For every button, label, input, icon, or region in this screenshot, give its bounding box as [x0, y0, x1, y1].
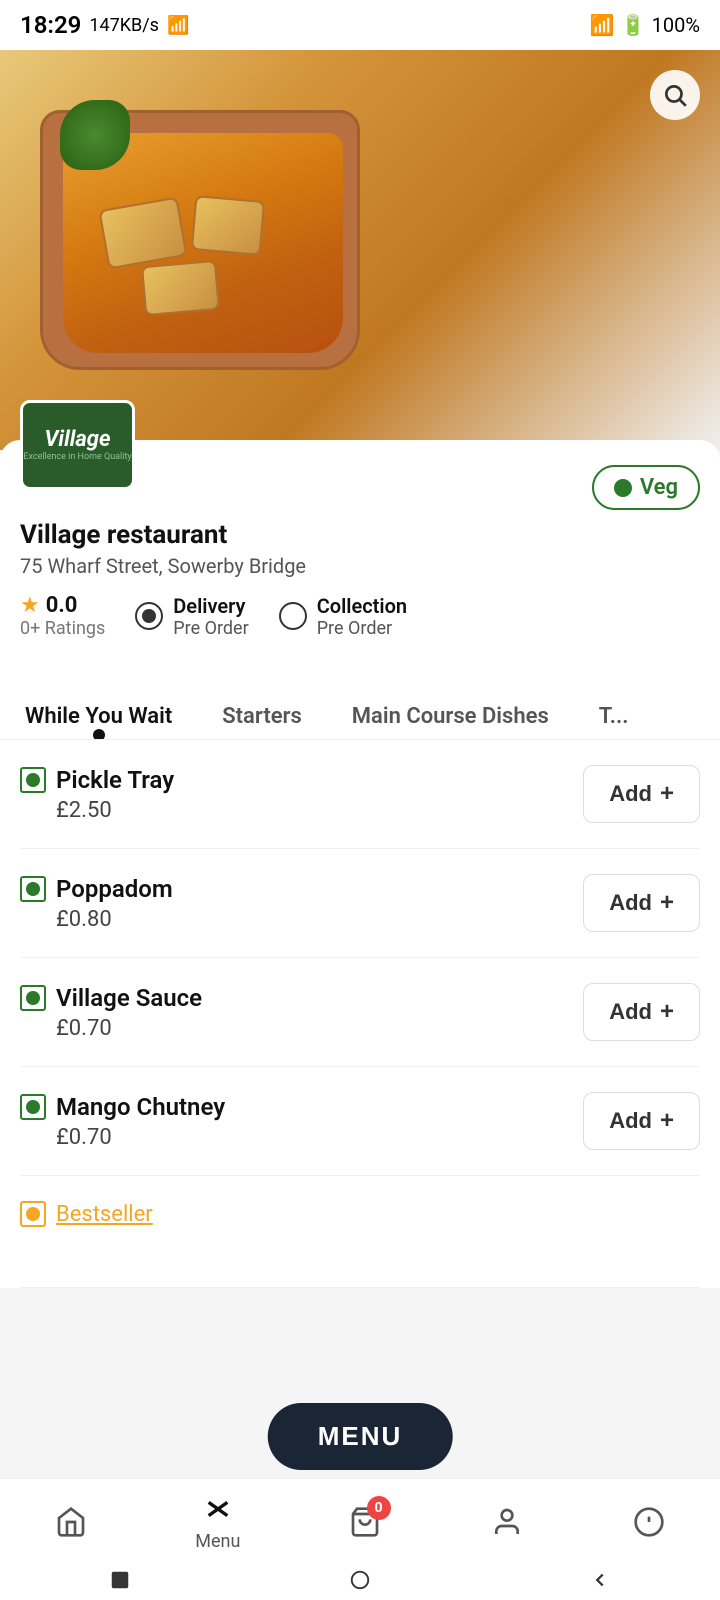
- nav-bag[interactable]: 0: [347, 1504, 383, 1540]
- item-price: £0.70: [56, 1125, 225, 1150]
- tab-while-you-wait[interactable]: While You Wait: [0, 694, 197, 739]
- plus-icon: +: [660, 998, 674, 1026]
- nav-menu[interactable]: Menu: [195, 1491, 240, 1552]
- bestseller-label: Bestseller: [56, 1202, 153, 1227]
- add-label: Add: [609, 781, 652, 807]
- search-icon: [662, 82, 688, 108]
- collection-option[interactable]: Collection Pre Order: [279, 594, 407, 639]
- delivery-radio: [135, 602, 163, 630]
- nav-home[interactable]: [53, 1504, 89, 1540]
- status-bar: 18:29 147KB/s 📶 📶 🔋 100%: [0, 0, 720, 50]
- nav-menu-label: Menu: [195, 1531, 240, 1552]
- logo-subtext: Excellence in Home Quality: [23, 452, 131, 463]
- home-icon: [53, 1504, 89, 1540]
- plus-icon: +: [660, 889, 674, 917]
- tab-more[interactable]: T...: [574, 694, 654, 739]
- network-icons: 📶: [167, 15, 189, 36]
- nav-profile[interactable]: [489, 1504, 525, 1540]
- battery-icon: 🔋: [621, 13, 646, 37]
- time: 18:29: [20, 11, 81, 39]
- nav-info[interactable]: [631, 1504, 667, 1540]
- info-icon: [631, 1504, 667, 1540]
- menu-icon: [200, 1491, 236, 1527]
- veg-indicator: [20, 985, 46, 1011]
- veg-indicator: [20, 1094, 46, 1120]
- plus-icon: +: [660, 1107, 674, 1135]
- status-left: 18:29 147KB/s 📶: [20, 11, 189, 39]
- menu-item: Village Sauce £0.70 Add +: [20, 958, 700, 1067]
- veg-indicator: [20, 767, 46, 793]
- menu-list: Pickle Tray £2.50 Add + Poppadom £0.80 A…: [0, 740, 720, 1288]
- collection-label: Collection: [317, 594, 407, 618]
- veg-toggle-button[interactable]: Veg: [592, 465, 700, 510]
- android-square-button[interactable]: [105, 1565, 135, 1595]
- rating-box: ★ 0.0 0+ Ratings: [20, 593, 105, 639]
- delivery-sublabel: Pre Order: [173, 618, 248, 639]
- add-label: Add: [609, 1108, 652, 1134]
- menu-float-button[interactable]: MENU: [268, 1403, 453, 1470]
- android-back-button[interactable]: [585, 1565, 615, 1595]
- veg-toggle-label: Veg: [640, 475, 678, 500]
- add-poppadom-button[interactable]: Add +: [583, 874, 700, 932]
- item-name: Poppadom: [56, 875, 173, 903]
- hero-image-container: [0, 50, 720, 450]
- delivery-option[interactable]: Delivery Pre Order: [135, 594, 248, 639]
- bestseller-indicator: [20, 1201, 46, 1227]
- restaurant-card: Village Excellence in Home Quality Veg V…: [0, 440, 720, 679]
- restaurant-header: Village Excellence in Home Quality Veg: [20, 455, 700, 510]
- rating-value: 0.0: [46, 593, 78, 618]
- search-button[interactable]: [650, 70, 700, 120]
- status-right: 📶 🔋 100%: [590, 13, 700, 37]
- add-mango-chutney-button[interactable]: Add +: [583, 1092, 700, 1150]
- tab-main-course[interactable]: Main Course Dishes: [327, 694, 574, 739]
- tab-starters[interactable]: Starters: [197, 694, 327, 739]
- item-name: Pickle Tray: [56, 766, 174, 794]
- menu-item: Mango Chutney £0.70 Add +: [20, 1067, 700, 1176]
- item-price: £0.80: [56, 907, 173, 932]
- bag-icon: 0: [347, 1504, 383, 1540]
- item-price: £0.70: [56, 1016, 202, 1041]
- item-name: Mango Chutney: [56, 1093, 225, 1121]
- collection-radio: [279, 602, 307, 630]
- add-label: Add: [609, 999, 652, 1025]
- menu-item-bestseller: Bestseller: [20, 1176, 700, 1288]
- restaurant-address: 75 Wharf Street, Sowerby Bridge: [20, 554, 700, 578]
- collection-sublabel: Pre Order: [317, 618, 407, 639]
- restaurant-logo: Village Excellence in Home Quality: [20, 400, 135, 490]
- bottom-nav: Menu 0: [0, 1478, 720, 1560]
- order-options: Delivery Pre Order Collection Pre Order: [135, 594, 407, 639]
- restaurant-meta: ★ 0.0 0+ Ratings Delivery Pre Order Coll…: [20, 593, 700, 639]
- veg-indicator: [20, 876, 46, 902]
- rating-count: 0+ Ratings: [20, 618, 105, 639]
- plus-icon: +: [660, 780, 674, 808]
- hero-image: [0, 50, 720, 450]
- category-tabs: While You Wait Starters Main Course Dish…: [0, 679, 720, 740]
- item-name: Village Sauce: [56, 984, 202, 1012]
- wifi-icon: 📶: [590, 13, 615, 37]
- battery-percent: 100%: [652, 13, 700, 37]
- add-village-sauce-button[interactable]: Add +: [583, 983, 700, 1041]
- restaurant-name: Village restaurant: [20, 520, 700, 550]
- food-image: [30, 70, 370, 400]
- network-speed: 147KB/s: [89, 15, 159, 36]
- star-icon: ★: [20, 593, 40, 618]
- logo-text: Village: [23, 428, 131, 452]
- android-home-button[interactable]: [345, 1565, 375, 1595]
- android-nav: [0, 1560, 720, 1600]
- add-pickle-tray-button[interactable]: Add +: [583, 765, 700, 823]
- veg-indicator-dot: [614, 479, 632, 497]
- delivery-label: Delivery: [173, 594, 248, 618]
- item-price: £2.50: [56, 798, 174, 823]
- menu-item: Poppadom £0.80 Add +: [20, 849, 700, 958]
- profile-icon: [489, 1504, 525, 1540]
- add-label: Add: [609, 890, 652, 916]
- cart-badge: 0: [367, 1496, 391, 1520]
- menu-item: Pickle Tray £2.50 Add +: [20, 740, 700, 849]
